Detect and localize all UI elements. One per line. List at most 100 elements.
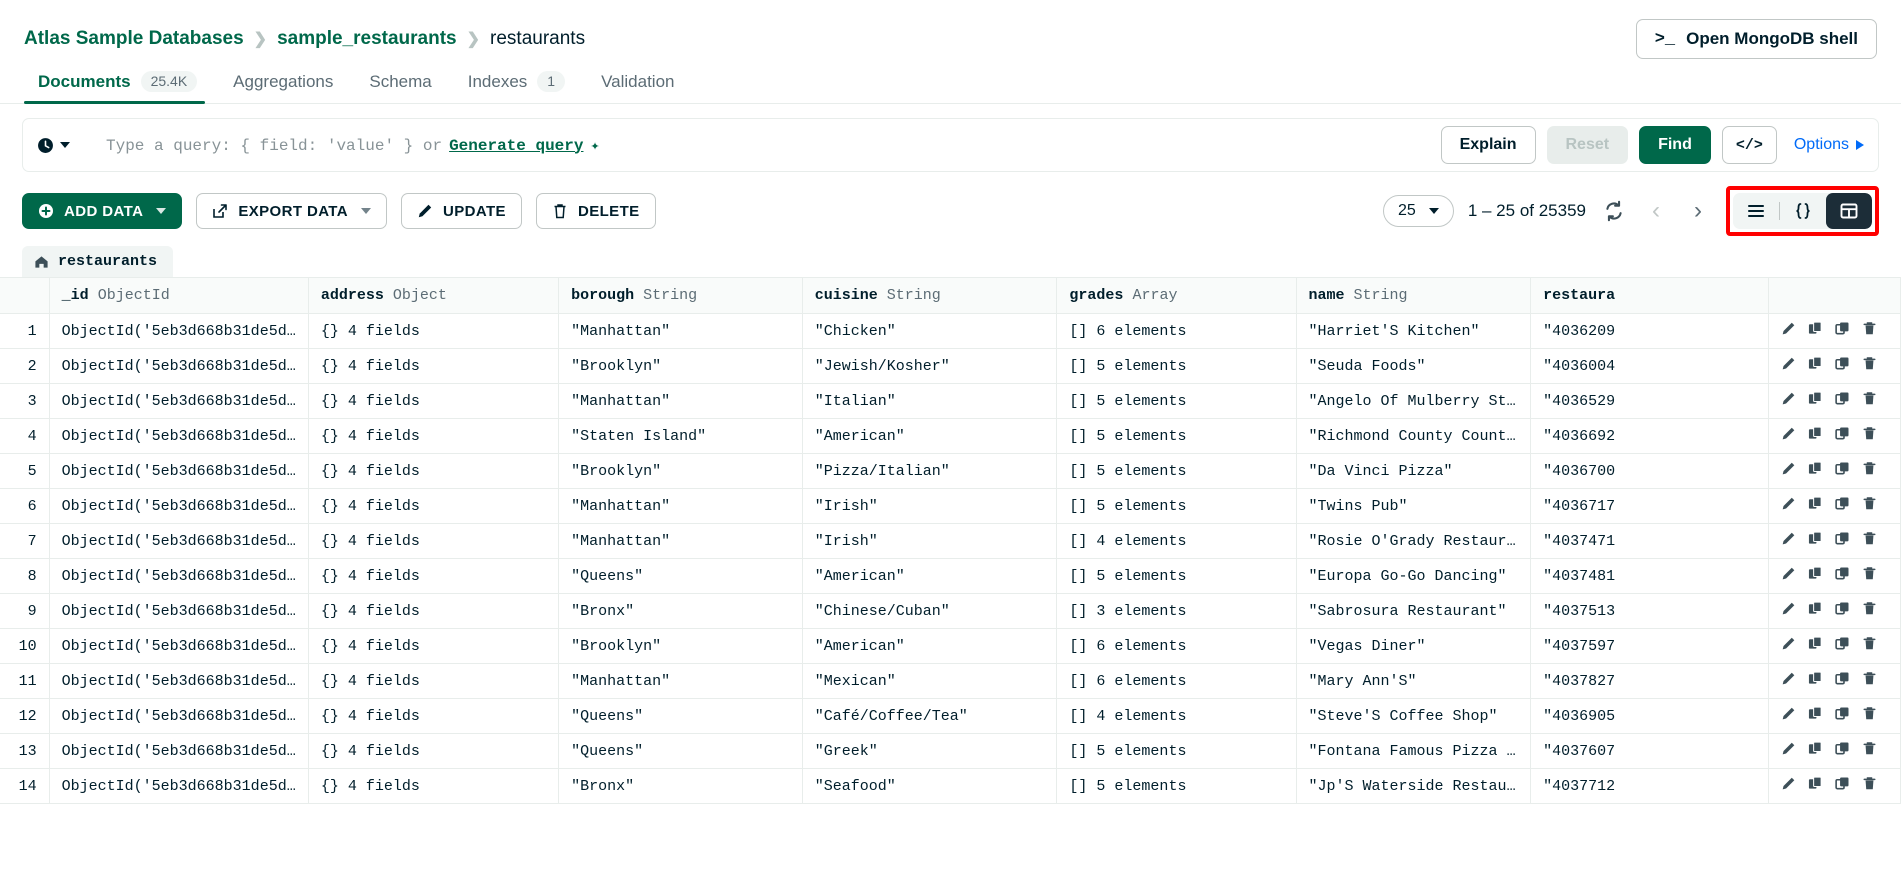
cell-restaurant-id[interactable]: "4037471	[1531, 524, 1769, 559]
clone-icon[interactable]	[1808, 426, 1823, 446]
cell-restaurant-id[interactable]: "4036717	[1531, 489, 1769, 524]
cell-address[interactable]: {} 4 fields	[308, 384, 558, 419]
column-header-borough[interactable]: borough String	[559, 278, 803, 314]
cell-grades[interactable]: [] 5 elements	[1057, 559, 1296, 594]
edit-icon[interactable]	[1781, 776, 1796, 796]
delete-icon[interactable]	[1862, 426, 1877, 446]
cell-address[interactable]: {} 4 fields	[308, 734, 558, 769]
cell-borough[interactable]: "Manhattan"	[559, 489, 803, 524]
page-size-select[interactable]: 25	[1383, 195, 1454, 227]
collection-breadcrumb-tab[interactable]: restaurants	[22, 246, 173, 277]
cell-address[interactable]: {} 4 fields	[308, 419, 558, 454]
clone-icon[interactable]	[1808, 356, 1823, 376]
cell-address[interactable]: {} 4 fields	[308, 629, 558, 664]
tab-validation[interactable]: Validation	[587, 59, 696, 103]
table-row[interactable]: 1ObjectId('5eb3d668b31de5d…{} 4 fields"M…	[0, 314, 1901, 349]
cell-borough[interactable]: "Bronx"	[559, 769, 803, 804]
cell-cuisine[interactable]: "Chicken"	[802, 314, 1057, 349]
query-history-button[interactable]	[37, 137, 70, 154]
clone-icon[interactable]	[1808, 461, 1823, 481]
delete-button[interactable]: DELETE	[536, 193, 656, 229]
open-mongodb-shell-button[interactable]: >_ Open MongoDB shell	[1636, 19, 1877, 59]
table-row[interactable]: 11ObjectId('5eb3d668b31de5d…{} 4 fields"…	[0, 664, 1901, 699]
cell-name[interactable]: "Fontana Famous Pizza & G…	[1296, 734, 1531, 769]
cell-restaurant-id[interactable]: "4036004	[1531, 349, 1769, 384]
cell-address[interactable]: {} 4 fields	[308, 349, 558, 384]
cell-address[interactable]: {} 4 fields	[308, 699, 558, 734]
edit-icon[interactable]	[1781, 531, 1796, 551]
cell-_id[interactable]: ObjectId('5eb3d668b31de5d…	[49, 314, 308, 349]
cell-_id[interactable]: ObjectId('5eb3d668b31de5d…	[49, 629, 308, 664]
cell-_id[interactable]: ObjectId('5eb3d668b31de5d…	[49, 664, 308, 699]
edit-icon[interactable]	[1781, 741, 1796, 761]
delete-icon[interactable]	[1862, 671, 1877, 691]
column-header-restaurant-id[interactable]: restaura	[1531, 278, 1769, 314]
cell-borough[interactable]: "Manhattan"	[559, 664, 803, 699]
copy-icon[interactable]	[1835, 321, 1850, 341]
delete-icon[interactable]	[1862, 496, 1877, 516]
delete-icon[interactable]	[1862, 531, 1877, 551]
table-row[interactable]: 12ObjectId('5eb3d668b31de5d…{} 4 fields"…	[0, 699, 1901, 734]
cell-grades[interactable]: [] 5 elements	[1057, 734, 1296, 769]
cell-_id[interactable]: ObjectId('5eb3d668b31de5d…	[49, 769, 308, 804]
cell-name[interactable]: "Harriet'S Kitchen"	[1296, 314, 1531, 349]
cell-restaurant-id[interactable]: "4037607	[1531, 734, 1769, 769]
clone-icon[interactable]	[1808, 391, 1823, 411]
cell-_id[interactable]: ObjectId('5eb3d668b31de5d…	[49, 384, 308, 419]
cell-grades[interactable]: [] 4 elements	[1057, 524, 1296, 559]
json-view-button[interactable]	[1780, 193, 1826, 229]
cell-borough[interactable]: "Queens"	[559, 699, 803, 734]
clone-icon[interactable]	[1808, 321, 1823, 341]
cell-grades[interactable]: [] 6 elements	[1057, 664, 1296, 699]
cell-restaurant-id[interactable]: "4037712	[1531, 769, 1769, 804]
tab-documents[interactable]: Documents 25.4K	[24, 59, 219, 103]
clone-icon[interactable]	[1808, 706, 1823, 726]
cell-_id[interactable]: ObjectId('5eb3d668b31de5d…	[49, 734, 308, 769]
cell-cuisine[interactable]: "Irish"	[802, 524, 1057, 559]
query-input[interactable]: Type a query: { field: 'value' } or Gene…	[106, 136, 1431, 155]
breadcrumb-item-database[interactable]: sample_restaurants	[277, 28, 457, 50]
chevron-down-icon[interactable]	[361, 208, 371, 214]
cell-address[interactable]: {} 4 fields	[308, 559, 558, 594]
add-data-button[interactable]: ADD DATA	[22, 193, 182, 229]
generate-query-link[interactable]: Generate query	[449, 137, 583, 155]
chevron-down-icon[interactable]	[156, 208, 166, 214]
cell-restaurant-id[interactable]: "4037827	[1531, 664, 1769, 699]
cell-restaurant-id[interactable]: "4037481	[1531, 559, 1769, 594]
breadcrumb-item-database-list[interactable]: Atlas Sample Databases	[24, 28, 244, 50]
cell-name[interactable]: "Richmond County Country …	[1296, 419, 1531, 454]
column-header-name[interactable]: name String	[1296, 278, 1531, 314]
clone-icon[interactable]	[1808, 671, 1823, 691]
cell-cuisine[interactable]: "Seafood"	[802, 769, 1057, 804]
copy-icon[interactable]	[1835, 601, 1850, 621]
clone-icon[interactable]	[1808, 566, 1823, 586]
tab-aggregations[interactable]: Aggregations	[219, 59, 355, 103]
cell-address[interactable]: {} 4 fields	[308, 314, 558, 349]
cell-grades[interactable]: [] 3 elements	[1057, 594, 1296, 629]
copy-icon[interactable]	[1835, 461, 1850, 481]
cell-name[interactable]: "Sabrosura Restaurant"	[1296, 594, 1531, 629]
cell-grades[interactable]: [] 5 elements	[1057, 419, 1296, 454]
cell-grades[interactable]: [] 5 elements	[1057, 489, 1296, 524]
edit-icon[interactable]	[1781, 391, 1796, 411]
list-view-button[interactable]	[1733, 193, 1779, 229]
edit-icon[interactable]	[1781, 601, 1796, 621]
cell-cuisine[interactable]: "American"	[802, 559, 1057, 594]
table-row[interactable]: 3ObjectId('5eb3d668b31de5d…{} 4 fields"M…	[0, 384, 1901, 419]
reset-button[interactable]: Reset	[1547, 126, 1629, 164]
cell-name[interactable]: "Rosie O'Grady Restaurant"	[1296, 524, 1531, 559]
column-header-address[interactable]: address Object	[308, 278, 558, 314]
table-row[interactable]: 9ObjectId('5eb3d668b31de5d…{} 4 fields"B…	[0, 594, 1901, 629]
cell-_id[interactable]: ObjectId('5eb3d668b31de5d…	[49, 489, 308, 524]
cell-address[interactable]: {} 4 fields	[308, 664, 558, 699]
copy-icon[interactable]	[1835, 426, 1850, 446]
cell-restaurant-id[interactable]: "4036905	[1531, 699, 1769, 734]
cell-name[interactable]: "Angelo Of Mulberry St."	[1296, 384, 1531, 419]
copy-icon[interactable]	[1835, 496, 1850, 516]
cell-name[interactable]: "Vegas Diner"	[1296, 629, 1531, 664]
tab-schema[interactable]: Schema	[355, 59, 453, 103]
copy-icon[interactable]	[1835, 391, 1850, 411]
cell-name[interactable]: "Steve'S Coffee Shop"	[1296, 699, 1531, 734]
delete-icon[interactable]	[1862, 706, 1877, 726]
cell-name[interactable]: "Europa Go-Go Dancing"	[1296, 559, 1531, 594]
